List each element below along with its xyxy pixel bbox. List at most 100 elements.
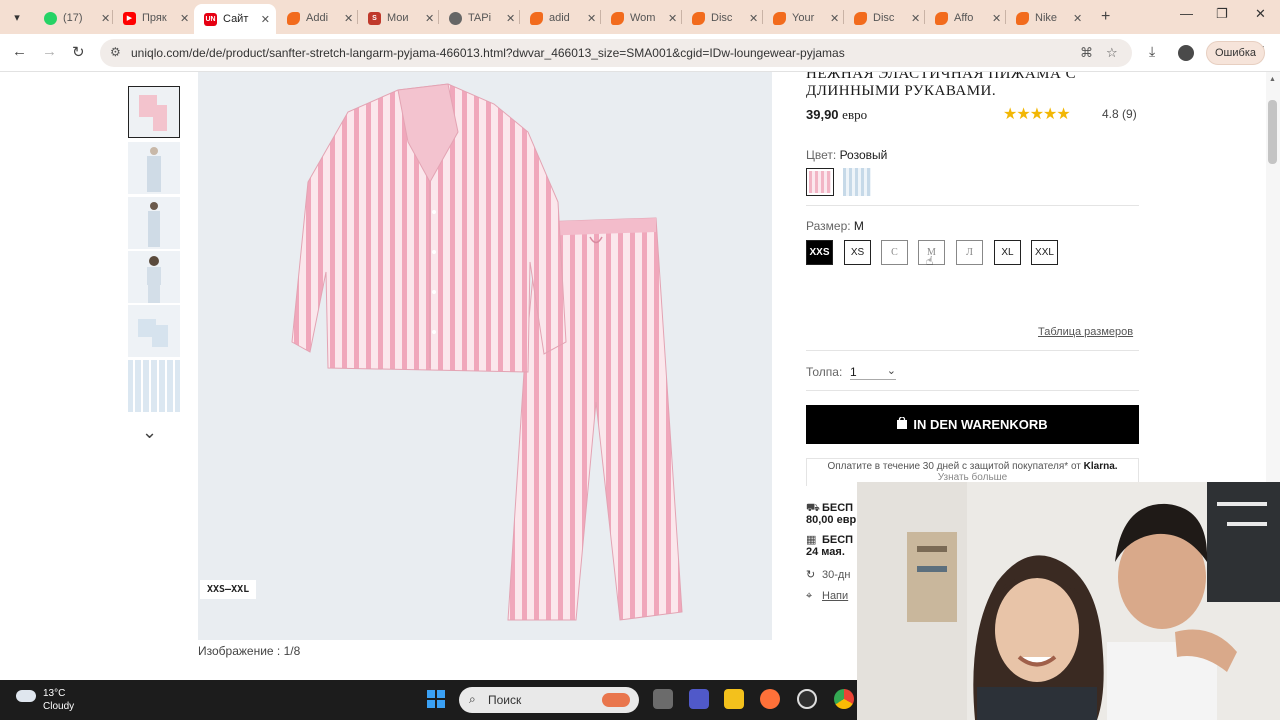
store-availability-link[interactable]: ⌖ Напи xyxy=(806,590,848,603)
shopping-bag-icon xyxy=(897,416,908,432)
tab-youtube[interactable]: ▶ Пряк ✕ xyxy=(113,4,195,32)
return-icon: ↻ xyxy=(806,569,816,581)
close-icon[interactable]: ✕ xyxy=(911,12,920,25)
size-option-xl[interactable]: XL xyxy=(994,240,1021,265)
translate-icon[interactable]: ⌘ xyxy=(1080,45,1093,61)
play-icon xyxy=(530,11,543,25)
close-icon[interactable]: ✕ xyxy=(668,12,677,25)
tab-addi[interactable]: Addi ✕ xyxy=(277,4,359,32)
tab-title: (17) xyxy=(63,12,83,24)
tab-your[interactable]: Your ✕ xyxy=(763,4,845,32)
scroll-up-icon[interactable]: ▲ xyxy=(1269,76,1276,83)
thumbnail-3[interactable] xyxy=(128,197,180,249)
chevron-up-icon[interactable]: ⌃ xyxy=(145,72,158,82)
divider xyxy=(806,350,1139,351)
close-icon[interactable]: ✕ xyxy=(992,12,1001,25)
price-value: 39,90 xyxy=(806,107,839,122)
error-badge[interactable]: Ошибка xyxy=(1206,41,1265,65)
windows-start-icon[interactable] xyxy=(427,690,445,708)
minimize-icon[interactable]: — xyxy=(1180,6,1193,21)
taskbar-search[interactable]: ⌕ Поиск xyxy=(459,687,639,713)
tab-whatsapp[interactable]: (17) ✕ xyxy=(34,4,116,32)
size-chart-link[interactable]: Таблица размеров xyxy=(1038,326,1133,338)
thumbnail-2[interactable] xyxy=(128,142,180,194)
scrollbar-thumb[interactable] xyxy=(1268,100,1277,164)
weather-condition: Cloudy xyxy=(43,701,75,712)
site-info-icon[interactable]: ⚙ xyxy=(110,45,121,59)
rating-stars-icon[interactable]: ★★★★★ xyxy=(1003,104,1071,124)
quantity-select[interactable]: 1 ⌄ xyxy=(850,365,896,380)
size-option-s[interactable]: С xyxy=(881,240,908,265)
restore-icon[interactable]: ❐ xyxy=(1216,6,1228,22)
close-icon[interactable]: ✕ xyxy=(425,12,434,25)
tab-title: Affo xyxy=(954,12,974,24)
close-window-icon[interactable]: ✕ xyxy=(1255,6,1266,22)
close-icon[interactable]: ✕ xyxy=(749,12,758,25)
add-to-cart-button[interactable]: IN DEN WARENKORB xyxy=(806,405,1139,444)
thumbnail-5[interactable] xyxy=(128,305,180,357)
color-swatch-blue[interactable] xyxy=(843,168,871,196)
thumbnail-4[interactable] xyxy=(128,251,180,303)
close-icon[interactable]: ✕ xyxy=(344,12,353,25)
play-icon xyxy=(287,11,300,25)
search-highlight-icon xyxy=(602,693,630,707)
close-icon[interactable]: ✕ xyxy=(587,12,596,25)
play-icon xyxy=(773,11,786,25)
teams-icon[interactable] xyxy=(689,689,709,709)
thumbnail-6[interactable] xyxy=(128,360,180,412)
weather-widget[interactable]: 13°C Cloudy xyxy=(43,687,74,713)
s-icon: S xyxy=(368,11,381,25)
tab-search-menu-icon[interactable]: ▾ xyxy=(6,6,28,28)
size-option-l[interactable]: Л xyxy=(956,240,983,265)
cloud-icon[interactable] xyxy=(16,690,36,702)
product-main-image[interactable] xyxy=(198,72,772,640)
tab-uniqlo[interactable]: UN Сайт ✕ xyxy=(194,4,276,34)
size-option-xxl[interactable]: XXL xyxy=(1031,240,1058,265)
tab-affordable[interactable]: Affo ✕ xyxy=(925,4,1007,32)
forward-icon[interactable]: → xyxy=(42,43,57,60)
task-view-icon[interactable] xyxy=(653,689,673,709)
play-icon xyxy=(935,11,948,25)
thumbnail-1[interactable] xyxy=(128,86,180,138)
play-icon xyxy=(692,11,705,25)
close-icon[interactable]: ✕ xyxy=(261,13,270,26)
close-icon[interactable]: ✕ xyxy=(101,12,110,25)
tab-nike[interactable]: Nike ✕ xyxy=(1006,4,1088,32)
back-icon[interactable]: ← xyxy=(12,43,27,60)
size-option-xs[interactable]: XS xyxy=(844,240,871,265)
close-icon[interactable]: ✕ xyxy=(1073,12,1082,25)
tab-adidas[interactable]: adid ✕ xyxy=(520,4,602,32)
close-icon[interactable]: ✕ xyxy=(506,12,515,25)
tab-discover-2[interactable]: Disc ✕ xyxy=(844,4,926,32)
size-option-xxs[interactable]: XXS xyxy=(806,240,833,265)
color-swatch-pink[interactable] xyxy=(806,168,834,196)
tab-discover-1[interactable]: Disc ✕ xyxy=(682,4,764,32)
returns-info: ↻ 30-дн xyxy=(806,569,851,581)
tab-moi[interactable]: S Мои ✕ xyxy=(358,4,440,32)
address-bar[interactable]: ⚙ uniqlo.com/de/de/product/sanfter-stret… xyxy=(100,39,1132,67)
bookmark-star-icon[interactable]: ☆ xyxy=(1106,45,1118,61)
url-text[interactable]: uniqlo.com/de/de/product/sanfter-stretch… xyxy=(131,46,845,60)
file-explorer-icon[interactable] xyxy=(724,689,744,709)
tab-title: Disc xyxy=(711,12,733,24)
reload-icon[interactable]: ↻ xyxy=(72,43,85,61)
tab-tapi[interactable]: TAPi ✕ xyxy=(439,4,521,32)
add-to-cart-label: IN DEN WARENKORB xyxy=(913,417,1048,432)
size-range-chip: XXS–XXL xyxy=(200,580,257,599)
tab-women[interactable]: Wom ✕ xyxy=(601,4,683,32)
rating-value: 4.8 xyxy=(1102,107,1119,121)
new-tab-icon[interactable]: + xyxy=(1101,8,1110,26)
rating-summary[interactable]: 4.8 (9) xyxy=(1102,107,1137,121)
close-icon[interactable]: ✕ xyxy=(180,12,189,25)
free-shipping-info: ⛟ БЕСП 80,00 евр xyxy=(806,502,857,526)
chevron-down-icon[interactable]: ⌄ xyxy=(142,422,157,443)
tab-strip: ▾ (17) ✕ ▶ Пряк ✕ UN Сайт ✕ Addi ✕ S Мои… xyxy=(0,0,1280,34)
close-icon[interactable]: ✕ xyxy=(830,12,839,25)
firefox-icon[interactable] xyxy=(760,689,780,709)
uniqlo-icon: UN xyxy=(204,12,217,26)
download-icon[interactable]: ⤓ xyxy=(1149,43,1155,60)
quantity-label: Толпа: xyxy=(806,365,843,379)
profile-avatar[interactable] xyxy=(1178,45,1194,61)
chatgpt-icon[interactable] xyxy=(797,689,817,709)
chrome-icon[interactable] xyxy=(834,689,854,709)
